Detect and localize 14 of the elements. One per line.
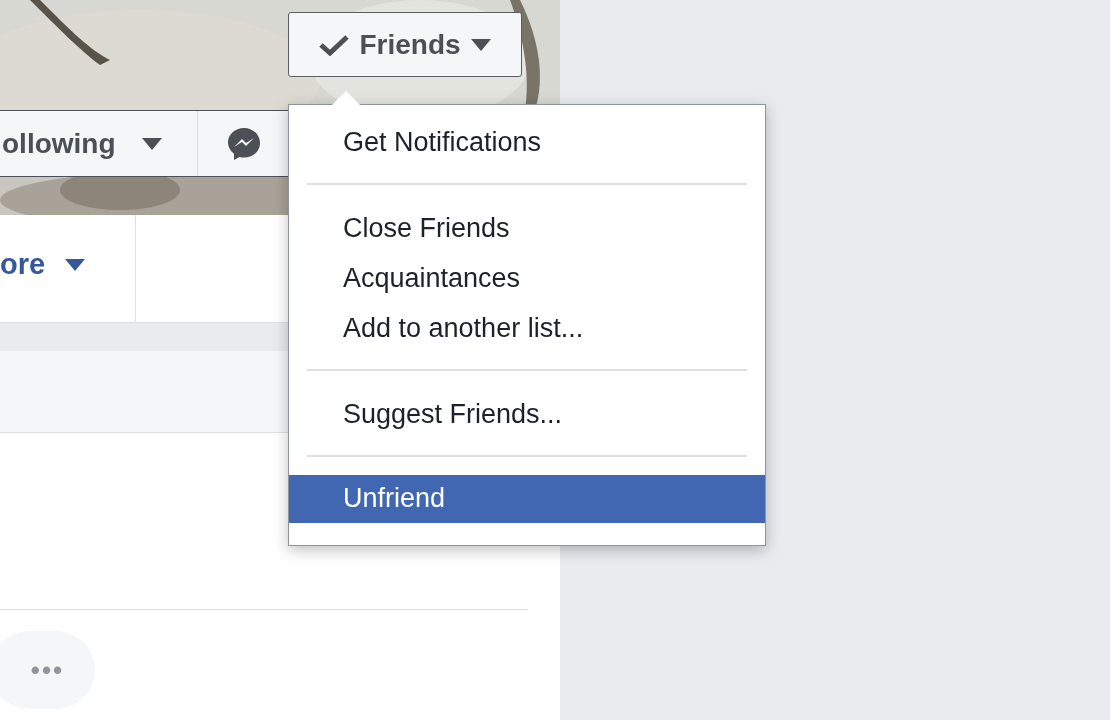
menu-item[interactable]: Close Friends bbox=[289, 203, 765, 253]
following-button[interactable]: ollowing bbox=[0, 111, 198, 176]
check-icon bbox=[319, 33, 350, 56]
menu-item[interactable]: Get Notifications bbox=[289, 117, 765, 167]
menu-item[interactable]: Add to another list... bbox=[289, 303, 765, 353]
more-tab[interactable]: ore bbox=[0, 215, 136, 322]
caret-icon bbox=[470, 38, 491, 51]
menu-item[interactable]: Acquaintances bbox=[289, 253, 765, 303]
messenger-icon bbox=[226, 125, 262, 162]
menu-item[interactable]: Unfriend bbox=[289, 475, 765, 523]
caret-icon bbox=[65, 258, 86, 271]
friends-button[interactable]: Friends bbox=[288, 12, 522, 77]
menu-item[interactable]: Suggest Friends... bbox=[289, 389, 765, 439]
caret-icon bbox=[141, 137, 162, 150]
